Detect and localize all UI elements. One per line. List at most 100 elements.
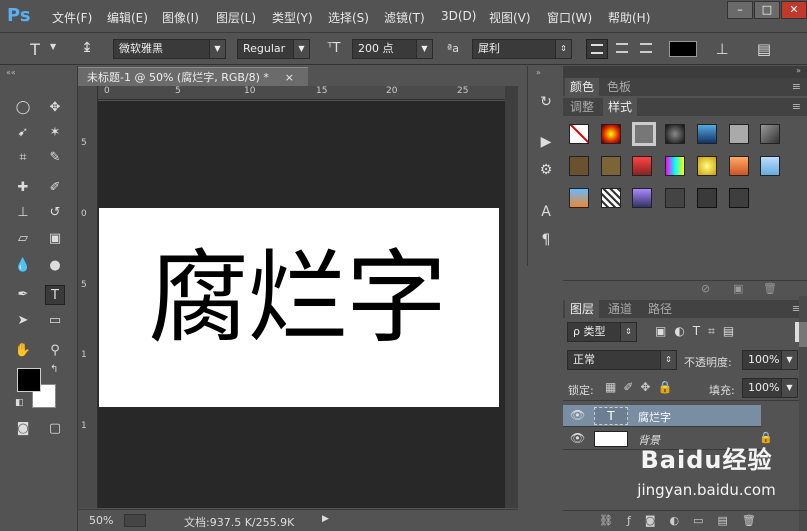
- no-entry-icon[interactable]: ⊘: [701, 282, 710, 295]
- dodge-tool-icon[interactable]: ●: [45, 256, 65, 276]
- history-panel-icon[interactable]: ↻: [536, 92, 556, 112]
- style-swatch[interactable]: [569, 156, 589, 176]
- vertical-scrollbar[interactable]: [505, 86, 518, 508]
- style-swatch[interactable]: [601, 156, 621, 176]
- tab-layers[interactable]: 图层: [565, 300, 600, 318]
- tab-channels[interactable]: 通道: [603, 300, 637, 318]
- maximize-button[interactable]: □: [754, 1, 780, 19]
- close-document-icon[interactable]: ×: [285, 68, 294, 88]
- style-swatch[interactable]: [665, 124, 685, 144]
- style-swatch[interactable]: [601, 188, 621, 208]
- move-tool-icon[interactable]: ✥: [45, 98, 65, 118]
- panel-menu-icon[interactable]: ≡: [792, 80, 801, 93]
- font-family-select[interactable]: 微软雅黑 ▼: [113, 39, 226, 59]
- visibility-eye-icon[interactable]: 👁: [570, 408, 585, 422]
- style-swatch[interactable]: [665, 156, 685, 176]
- canvas-text-layer[interactable]: 腐烂字: [148, 238, 447, 358]
- layer-row-background[interactable]: 👁 背景 🔒: [563, 428, 773, 450]
- menu-type[interactable]: 类型(Y): [272, 9, 313, 26]
- style-swatch[interactable]: [632, 188, 652, 208]
- layers-scrollbar-thumb[interactable]: [799, 322, 807, 347]
- history-brush-icon[interactable]: ↺: [45, 203, 65, 223]
- style-swatch[interactable]: [632, 156, 652, 176]
- healing-brush-icon[interactable]: ✚: [13, 178, 33, 198]
- pen-tool-icon[interactable]: ✒: [13, 285, 33, 305]
- style-swatch[interactable]: [760, 156, 780, 176]
- tab-adjustments[interactable]: 调整: [565, 98, 599, 116]
- menu-help[interactable]: 帮助(H): [608, 9, 650, 26]
- menu-layer[interactable]: 图层(L): [216, 9, 256, 26]
- style-swatch-selected[interactable]: [632, 122, 656, 146]
- stamp-tool-icon[interactable]: ⊥: [13, 203, 33, 223]
- text-orientation-icon[interactable]: ↨: [78, 40, 96, 56]
- font-size-select[interactable]: 200 点 ▼: [352, 39, 433, 59]
- visibility-eye-icon[interactable]: 👁: [570, 431, 585, 445]
- gradient-tool-icon[interactable]: ▣: [45, 229, 65, 249]
- status-preview-icon[interactable]: [124, 514, 146, 527]
- minimize-button[interactable]: –: [727, 1, 753, 19]
- trash-icon[interactable]: 🗑: [763, 282, 777, 295]
- type-tool-preset-icon[interactable]: T: [26, 40, 44, 59]
- quick-mask-icon[interactable]: ◙: [13, 419, 33, 439]
- lock-icons[interactable]: ▦✐✥🔒: [605, 380, 679, 394]
- warp-text-icon[interactable]: ⊥: [711, 40, 733, 58]
- style-swatch[interactable]: [760, 124, 780, 144]
- marquee-tool-icon[interactable]: ◯: [13, 98, 33, 118]
- style-swatch-none[interactable]: [569, 124, 589, 144]
- blur-tool-icon[interactable]: 💧: [13, 256, 33, 276]
- tab-paths[interactable]: 路径: [643, 300, 677, 318]
- status-menu-arrow-icon[interactable]: ▶: [322, 514, 329, 524]
- eraser-tool-icon[interactable]: ▱: [13, 229, 33, 249]
- style-swatch[interactable]: [569, 188, 589, 208]
- actions-panel-icon[interactable]: ▶: [536, 132, 556, 152]
- style-swatch[interactable]: [729, 156, 749, 176]
- align-right-button[interactable]: [635, 39, 657, 59]
- style-swatch[interactable]: [697, 188, 717, 208]
- menu-image[interactable]: 图像(I): [162, 9, 199, 26]
- properties-panel-icon[interactable]: ⚙: [536, 160, 556, 180]
- layer-filter-kind-select[interactable]: ρ 类型 ⇕: [567, 322, 637, 342]
- screen-mode-icon[interactable]: ▢: [45, 419, 65, 439]
- align-left-button[interactable]: [586, 39, 608, 59]
- panels-collapse-bar[interactable]: »: [563, 66, 807, 78]
- lasso-tool-icon[interactable]: ➹: [13, 123, 33, 143]
- fill-input[interactable]: 100% ▼: [742, 378, 798, 398]
- menu-window[interactable]: 窗口(W): [547, 9, 592, 26]
- zoom-tool-icon[interactable]: ⚲: [45, 341, 65, 361]
- tab-styles[interactable]: 样式: [603, 98, 638, 116]
- horizontal-ruler[interactable]: 0 5 10 15 20 25: [98, 86, 518, 100]
- magic-wand-icon[interactable]: ✶: [45, 123, 65, 143]
- style-swatch[interactable]: [697, 124, 717, 144]
- menu-edit[interactable]: 编辑(E): [107, 9, 148, 26]
- menu-3d[interactable]: 3D(D): [441, 9, 476, 23]
- tab-color[interactable]: 颜色: [565, 78, 600, 96]
- layer-filter-icons[interactable]: ▣◐T⌗▤: [655, 324, 742, 339]
- font-style-select[interactable]: Regular ▼: [237, 39, 310, 59]
- crop-tool-icon[interactable]: ⌗: [13, 148, 33, 168]
- style-swatch[interactable]: [665, 188, 685, 208]
- align-center-button[interactable]: [611, 39, 633, 59]
- menu-filter[interactable]: 滤镜(T): [384, 9, 425, 26]
- rectangle-tool-icon[interactable]: ▭: [45, 311, 65, 331]
- style-swatch[interactable]: [729, 188, 749, 208]
- style-swatch[interactable]: [697, 156, 717, 176]
- panel-menu-icon[interactable]: ≡: [792, 100, 801, 113]
- dock-expand-icon[interactable]: »: [536, 68, 541, 77]
- zoom-level[interactable]: 50%: [89, 514, 113, 527]
- layers-footer-icons[interactable]: ⛓ƒ◙◐▭▤🗑: [563, 510, 807, 531]
- hand-tool-icon[interactable]: ✋: [13, 341, 33, 361]
- vertical-ruler[interactable]: 5 0 5 1 1: [78, 86, 98, 508]
- brush-tool-icon[interactable]: ✐: [45, 178, 65, 198]
- character-panel-icon[interactable]: ▤: [753, 40, 775, 58]
- layer-name[interactable]: 背景: [638, 432, 660, 448]
- paragraph-panel-icon[interactable]: ¶: [536, 230, 556, 250]
- foreground-color-swatch[interactable]: [17, 368, 41, 392]
- collapse-icon[interactable]: ««: [6, 68, 16, 77]
- character-panel-icon[interactable]: A: [536, 202, 556, 222]
- layer-row-text[interactable]: 👁 T 腐烂字: [563, 405, 761, 427]
- menu-view[interactable]: 视图(V): [489, 9, 531, 26]
- tab-swatches[interactable]: 色板: [602, 78, 636, 96]
- menu-file[interactable]: 文件(F): [52, 9, 92, 26]
- style-swatch[interactable]: [601, 124, 621, 144]
- layer-name[interactable]: 腐烂字: [638, 409, 671, 425]
